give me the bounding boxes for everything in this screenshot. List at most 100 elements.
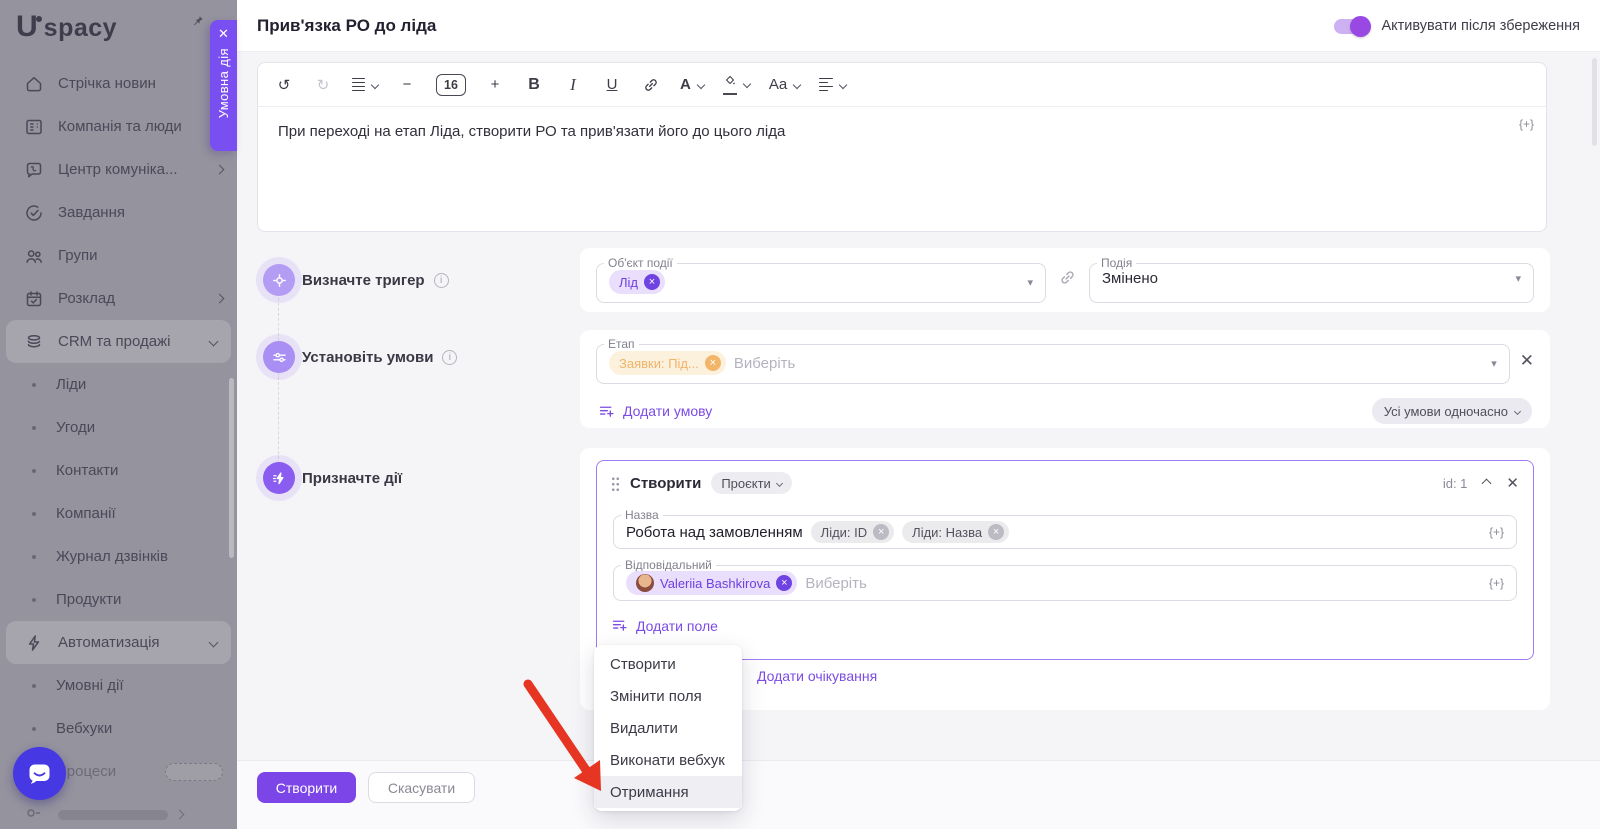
bold-button[interactable]: B [524,73,544,97]
sidebar-item-contacts[interactable]: Контакти [0,449,237,492]
add-wait-link[interactable]: Додати очікування [757,668,877,684]
filter-plus-icon [611,617,628,634]
text-color-dropdown[interactable]: A [680,76,704,93]
italic-button[interactable]: I [563,73,583,97]
crm-icon [24,332,44,352]
remove-chip-icon[interactable]: × [705,355,721,371]
remove-chip-icon[interactable]: × [988,524,1004,540]
bullet-dot [32,469,36,473]
action-title: Створити [630,475,701,492]
drag-handle[interactable] [611,476,620,491]
sidebar-item-conditional-actions[interactable]: Умовні дії [0,664,237,707]
chat-widget-button[interactable] [13,747,66,800]
redo-icon[interactable]: ↻ [313,73,333,97]
collapse-card-icon[interactable] [1483,474,1490,492]
font-size-value[interactable]: 16 [436,74,466,96]
insert-variable-token[interactable]: {+} [1489,576,1504,590]
main-scrollbar[interactable] [1592,58,1597,146]
calendar-icon [24,289,44,309]
sidebar-item-crm-sales[interactable]: CRM та продажі [6,320,231,363]
page-title: Прив'язка РО до ліда [257,0,436,52]
close-card-icon[interactable]: ✕ [1506,474,1519,492]
editor-content[interactable]: При переході на етап Ліда, створити РО т… [258,107,1546,156]
align-left-icon [819,78,833,92]
trigger-section-title: Визначте тригер i [302,264,449,296]
action-card-header: Створити Проєкти id: 1 ✕ [597,461,1533,505]
lightning-icon [24,633,44,653]
insert-variable-token[interactable]: {+} [1519,117,1534,131]
event-field[interactable]: Подія Змінено ▾ [1089,257,1534,303]
sidebar-item-leads[interactable]: Ліди [0,363,237,406]
cancel-button[interactable]: Скасувати [368,772,475,803]
add-field-link[interactable]: Додати поле [611,617,718,634]
chevron-down-icon [1514,407,1521,414]
dropdown-caret-icon[interactable]: ▾ [1491,357,1497,370]
menu-item-delete[interactable]: Видалити [594,712,742,744]
sidebar-item-schedule[interactable]: Розклад [0,277,237,320]
sidebar-item-deals[interactable]: Угоди [0,406,237,449]
menu-item-run-webhook[interactable]: Виконати вебхук [594,744,742,776]
dropdown-caret-icon[interactable]: ▾ [1027,276,1033,289]
generic-icon [24,805,44,825]
menu-item-receive[interactable]: Отримання [594,776,742,808]
conditional-action-tab[interactable]: ✕ Умовна дія [210,20,237,151]
sidebar-item-call-log[interactable]: Журнал дзвінків [0,535,237,578]
info-icon[interactable]: i [434,273,449,288]
action-card-create: Створити Проєкти id: 1 ✕ Назва Робота на… [596,460,1534,660]
remove-chip-icon[interactable]: × [776,575,792,591]
editor-toolbar: ↺ ↻ − 16 + B I U A [258,63,1546,107]
sidebar-item-automation[interactable]: Автоматизація [6,621,231,664]
link-button[interactable] [641,73,661,97]
event-object-label: Об'єкт події [604,257,677,269]
underline-button[interactable]: U [602,73,622,97]
add-condition-link[interactable]: Додати умову [598,403,712,420]
create-button[interactable]: Створити [257,772,356,803]
logo-rest: spacy [44,14,117,43]
avatar [636,574,654,592]
menu-item-change-fields[interactable]: Змінити поля [594,680,742,712]
conditions-match-mode-pill[interactable]: Усі умови одночасно [1372,398,1532,424]
conditions-section-title: Установіть умови i [302,341,457,373]
text-case-dropdown[interactable]: Aa [769,76,800,93]
sidebar-item-companies[interactable]: Компанії [0,492,237,535]
sidebar-item-groups[interactable]: Групи [0,234,237,277]
font-decrease-button[interactable]: − [397,73,417,97]
responsible-placeholder: Виберіть [805,575,867,592]
dropdown-caret-icon[interactable]: ▾ [1515,272,1521,285]
sidebar-item-comm-center[interactable]: Центр комуніка... [0,148,237,191]
activate-toggle-group: Активувати після збереження [1334,0,1580,52]
remove-chip-icon[interactable]: × [873,524,889,540]
undo-icon[interactable]: ↺ [274,73,294,97]
align-dropdown[interactable] [819,78,846,92]
sidebar-item-webhooks[interactable]: Вебхуки [0,707,237,750]
menu-item-create[interactable]: Створити [594,648,742,680]
close-tab-icon[interactable]: ✕ [218,27,229,40]
line-spacing-dropdown[interactable] [352,78,378,92]
entity-select-pill[interactable]: Проєкти [711,472,792,494]
responsible-chip: Valeriia Bashkirova × [626,571,797,595]
sidebar-item-feed[interactable]: Стрічка новин [0,62,237,105]
remove-condition-icon[interactable]: ✕ [1520,351,1534,371]
uspacy-logo[interactable]: U spacy [16,10,117,44]
stage-field[interactable]: Етап Заявки: Під... × Виберіть ▾ [596,338,1510,384]
insert-variable-token[interactable]: {+} [1489,525,1504,539]
company-icon [24,117,44,137]
chat-bubble-icon [26,760,53,787]
activate-toggle[interactable] [1334,19,1370,34]
info-icon[interactable]: i [442,350,457,365]
remove-chip-icon[interactable]: × [644,274,660,290]
sidebar-item-company-people[interactable]: Компанія та люди [0,105,237,148]
font-increase-button[interactable]: + [485,73,505,97]
trigger-step-icon [263,264,295,296]
task-name-label: Назва [621,509,663,521]
event-object-field[interactable]: Об'єкт події Лід × ▾ [596,257,1046,303]
responsible-field[interactable]: Відповідальний Valeriia Bashkirova × Виб… [613,559,1517,601]
task-name-field[interactable]: Назва Робота над замовленням Ліди: ID × … [613,509,1517,549]
pin-sidebar-icon[interactable] [190,14,205,34]
sidebar-scrollbar[interactable] [229,378,234,558]
highlight-color-dropdown[interactable] [723,74,750,94]
sidebar-item-products[interactable]: Продукти [0,578,237,621]
stage-label: Етап [604,338,639,350]
sidebar-item-tasks[interactable]: Завдання [0,191,237,234]
check-circle-icon [24,203,44,223]
